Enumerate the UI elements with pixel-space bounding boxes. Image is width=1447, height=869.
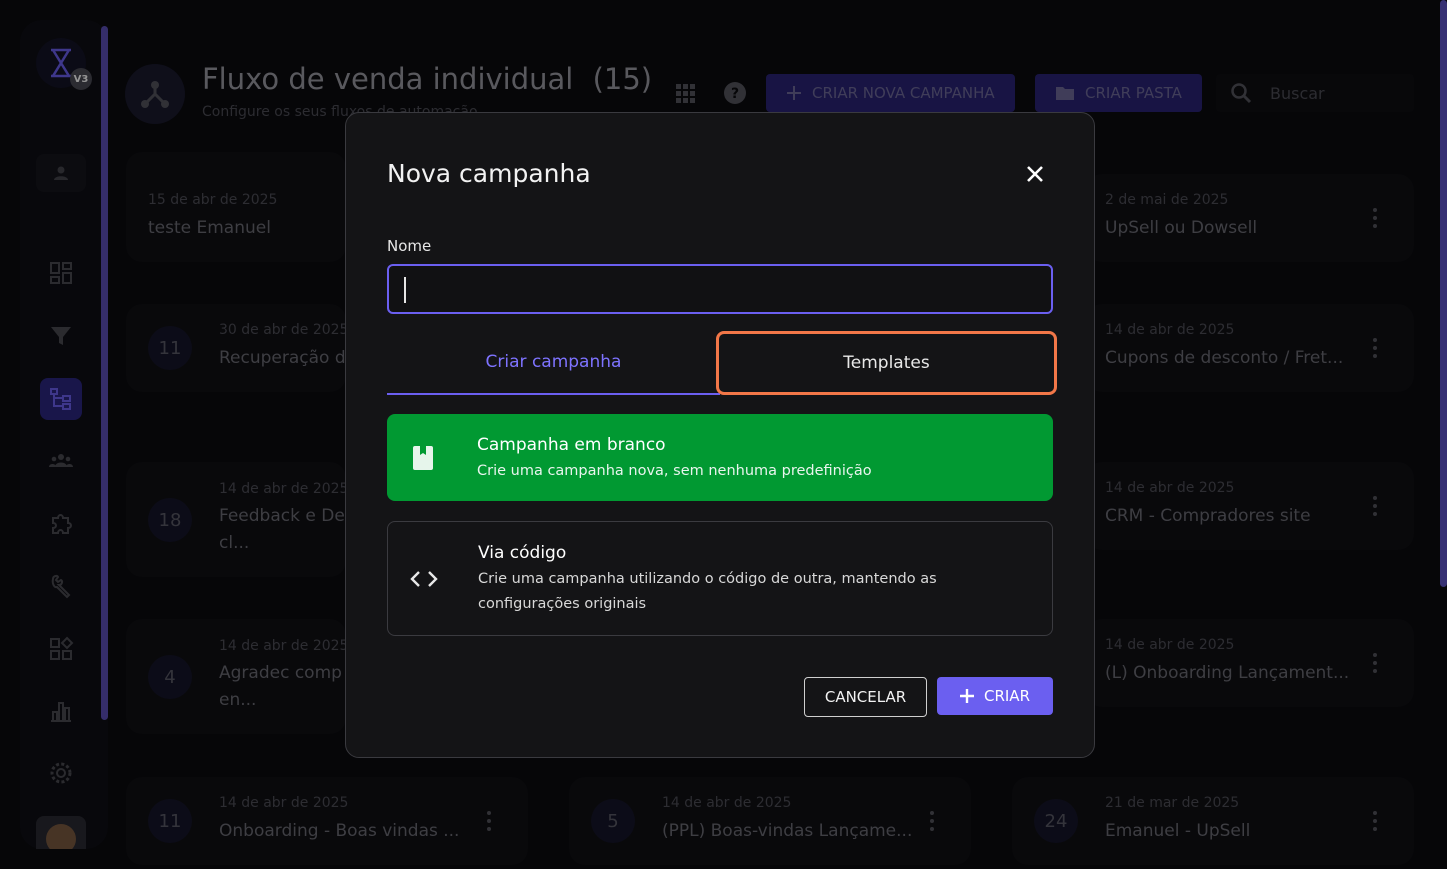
campaign-name-input[interactable] <box>387 264 1053 314</box>
create-button[interactable]: CRIAR <box>937 677 1053 715</box>
blank-campaign-option[interactable]: Campanha em branco Crie uma campanha nov… <box>387 414 1053 501</box>
tab-create-campaign[interactable]: Criar campanha <box>387 331 720 395</box>
blank-option-title: Campanha em branco <box>477 435 666 455</box>
create-button-label: CRIAR <box>983 687 1030 705</box>
app-root: V3 Fluxo de venda individual (15) Config… <box>0 0 1447 869</box>
text-caret <box>404 277 406 303</box>
blank-option-description: Crie uma campanha nova, sem nenhuma pred… <box>477 463 872 479</box>
code-option-description: Crie uma campanha utilizando o código de… <box>478 571 937 612</box>
name-field-label: Nome <box>387 237 432 255</box>
close-button[interactable] <box>1022 161 1048 187</box>
code-icon <box>410 565 438 593</box>
tab-templates[interactable]: Templates <box>716 331 1057 395</box>
new-campaign-dialog: Nova campanha Nome Criar campanha Templa… <box>345 112 1095 758</box>
dialog-title: Nova campanha <box>387 159 591 188</box>
via-code-option[interactable]: Via código Crie uma campanha utilizando … <box>387 521 1053 636</box>
code-option-title: Via código <box>478 543 567 563</box>
close-icon <box>1027 166 1043 182</box>
plus-icon <box>959 689 974 703</box>
book-icon <box>409 444 437 472</box>
cancel-button[interactable]: CANCELAR <box>804 677 927 717</box>
